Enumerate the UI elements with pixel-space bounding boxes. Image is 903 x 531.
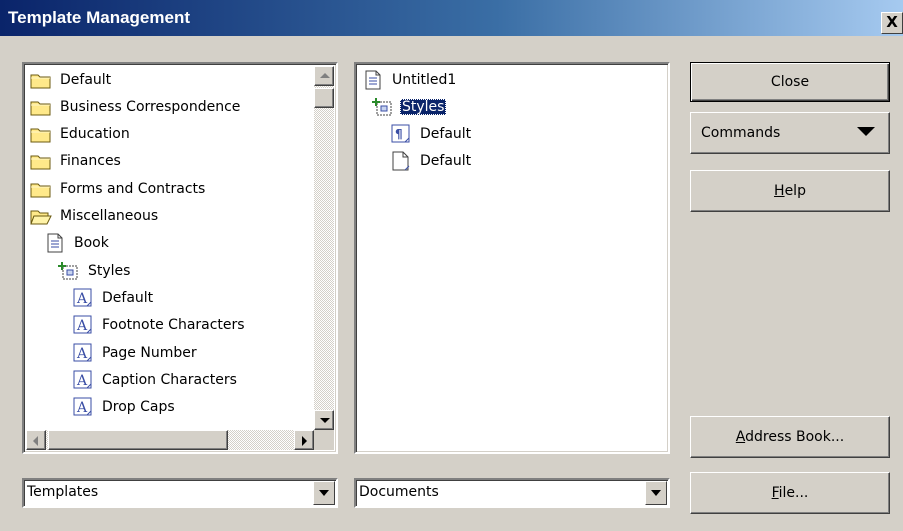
- styles-icon: [372, 97, 394, 117]
- chevron-down-icon: [651, 490, 661, 496]
- tree-item[interactable]: Untitled1: [362, 66, 458, 93]
- file-button[interactable]: File...: [690, 472, 890, 514]
- left-vertical-scrollbar[interactable]: [314, 66, 334, 430]
- svg-text:A: A: [76, 400, 88, 416]
- tree-item-label: Default: [420, 153, 472, 170]
- svg-text:A: A: [76, 346, 88, 362]
- folder-icon: [30, 179, 52, 199]
- folder-open-icon: [30, 206, 52, 226]
- tree-item[interactable]: Business Correspondence: [30, 93, 242, 120]
- tree-item[interactable]: A Footnote Characters: [72, 312, 247, 339]
- dropdown-arrow-icon: [857, 127, 875, 136]
- tree-item[interactable]: Forms and Contracts: [30, 175, 207, 202]
- address-book-button-label: Address Book...: [735, 429, 845, 445]
- horizontal-scroll-thumb[interactable]: [48, 430, 228, 450]
- tree-item-label: Footnote Characters: [102, 317, 245, 334]
- page-style-icon: [390, 151, 412, 171]
- tree-item-label: Forms and Contracts: [60, 180, 206, 197]
- folder-icon: [30, 151, 52, 171]
- tree-item-label: Finances: [60, 153, 121, 170]
- scrollbar-corner: [314, 430, 334, 450]
- character-style-icon: A: [72, 370, 94, 390]
- arrow-left-icon: [33, 436, 38, 446]
- close-button[interactable]: Close: [690, 62, 890, 102]
- tree-item-label: Styles: [400, 98, 447, 115]
- tree-item-label: Styles: [88, 262, 131, 279]
- tree-item-label: Book: [74, 235, 109, 252]
- arrow-up-icon: [320, 73, 330, 78]
- tree-item[interactable]: A Page Number: [72, 339, 199, 366]
- scroll-thumb[interactable]: [314, 88, 334, 108]
- tree-item-label: Miscellaneous: [60, 208, 159, 224]
- svg-text:A: A: [76, 373, 88, 389]
- document-icon: [362, 70, 384, 90]
- tree-item[interactable]: Finances: [30, 148, 123, 175]
- address-book-button[interactable]: Address Book...: [690, 416, 890, 458]
- scroll-down-button[interactable]: [314, 410, 334, 430]
- file-button-label: File...: [771, 485, 809, 501]
- close-icon: X: [886, 13, 898, 31]
- character-style-icon: A: [72, 343, 94, 363]
- tree-item[interactable]: Default: [30, 66, 113, 93]
- svg-text:¶: ¶: [395, 127, 403, 141]
- tree-item-label: Caption Characters: [102, 371, 237, 388]
- tree-item-label: Education: [60, 126, 130, 143]
- paragraph-style-icon: ¶: [390, 124, 412, 144]
- templates-select[interactable]: Templates: [22, 478, 338, 508]
- scroll-right-button[interactable]: [294, 430, 314, 450]
- tree-item[interactable]: Styles: [372, 93, 447, 120]
- tree-item[interactable]: A Default: [72, 284, 155, 311]
- documents-tree[interactable]: Untitled1 Styles ¶ Default Default: [354, 62, 670, 454]
- templates-tree[interactable]: Default Business Correspondence Education F…: [22, 62, 338, 454]
- tree-item[interactable]: Miscellaneous: [30, 203, 160, 230]
- tree-item[interactable]: Default: [390, 148, 473, 175]
- title-bar: Template Management X: [0, 0, 903, 36]
- arrow-down-icon: [320, 418, 330, 423]
- help-button-label: Help: [774, 183, 806, 199]
- tree-item[interactable]: ¶ Default: [390, 121, 473, 148]
- left-horizontal-scrollbar[interactable]: [26, 430, 314, 450]
- tree-item-label: Untitled1: [392, 71, 457, 88]
- close-button-label: Close: [770, 74, 810, 90]
- chevron-down-icon: [319, 490, 329, 496]
- tree-item[interactable]: Book: [44, 230, 111, 257]
- tree-item-label: Drop Caps: [102, 399, 175, 416]
- documents-select-dropdown-button[interactable]: [645, 481, 667, 505]
- scroll-left-button[interactable]: [26, 430, 46, 450]
- character-style-icon: A: [72, 315, 94, 335]
- document-icon: [44, 233, 66, 253]
- tree-item-label: Page Number: [102, 344, 197, 361]
- tree-item[interactable]: Styles: [58, 257, 132, 284]
- window-title: Template Management: [8, 8, 191, 27]
- tree-item[interactable]: A Drop Caps: [72, 394, 177, 421]
- tree-item-label: Default: [60, 71, 112, 88]
- svg-text:A: A: [76, 291, 88, 307]
- templates-select-value: Templates: [27, 484, 99, 500]
- folder-icon: [30, 97, 52, 117]
- svg-text:A: A: [76, 318, 88, 334]
- tree-item-label: Default: [420, 126, 472, 143]
- commands-button-label: Commands: [701, 125, 781, 141]
- folder-icon: [30, 70, 52, 90]
- help-button[interactable]: Help: [690, 170, 890, 212]
- tree-item-label: Default: [102, 289, 154, 306]
- close-window-button[interactable]: X: [881, 12, 903, 34]
- character-style-icon: A: [72, 288, 94, 308]
- arrow-right-icon: [302, 436, 307, 446]
- tree-item[interactable]: A Caption Characters: [72, 366, 239, 393]
- tree-item-label: Business Correspondence: [60, 98, 241, 115]
- scroll-up-button[interactable]: [314, 66, 334, 86]
- commands-menu-button[interactable]: Commands: [690, 112, 890, 154]
- tree-item[interactable]: Education: [30, 121, 132, 148]
- documents-select[interactable]: Documents: [354, 478, 670, 508]
- character-style-icon: A: [72, 397, 94, 417]
- folder-icon: [30, 124, 52, 144]
- styles-icon: [58, 261, 80, 281]
- templates-select-dropdown-button[interactable]: [313, 481, 335, 505]
- documents-select-value: Documents: [359, 484, 439, 500]
